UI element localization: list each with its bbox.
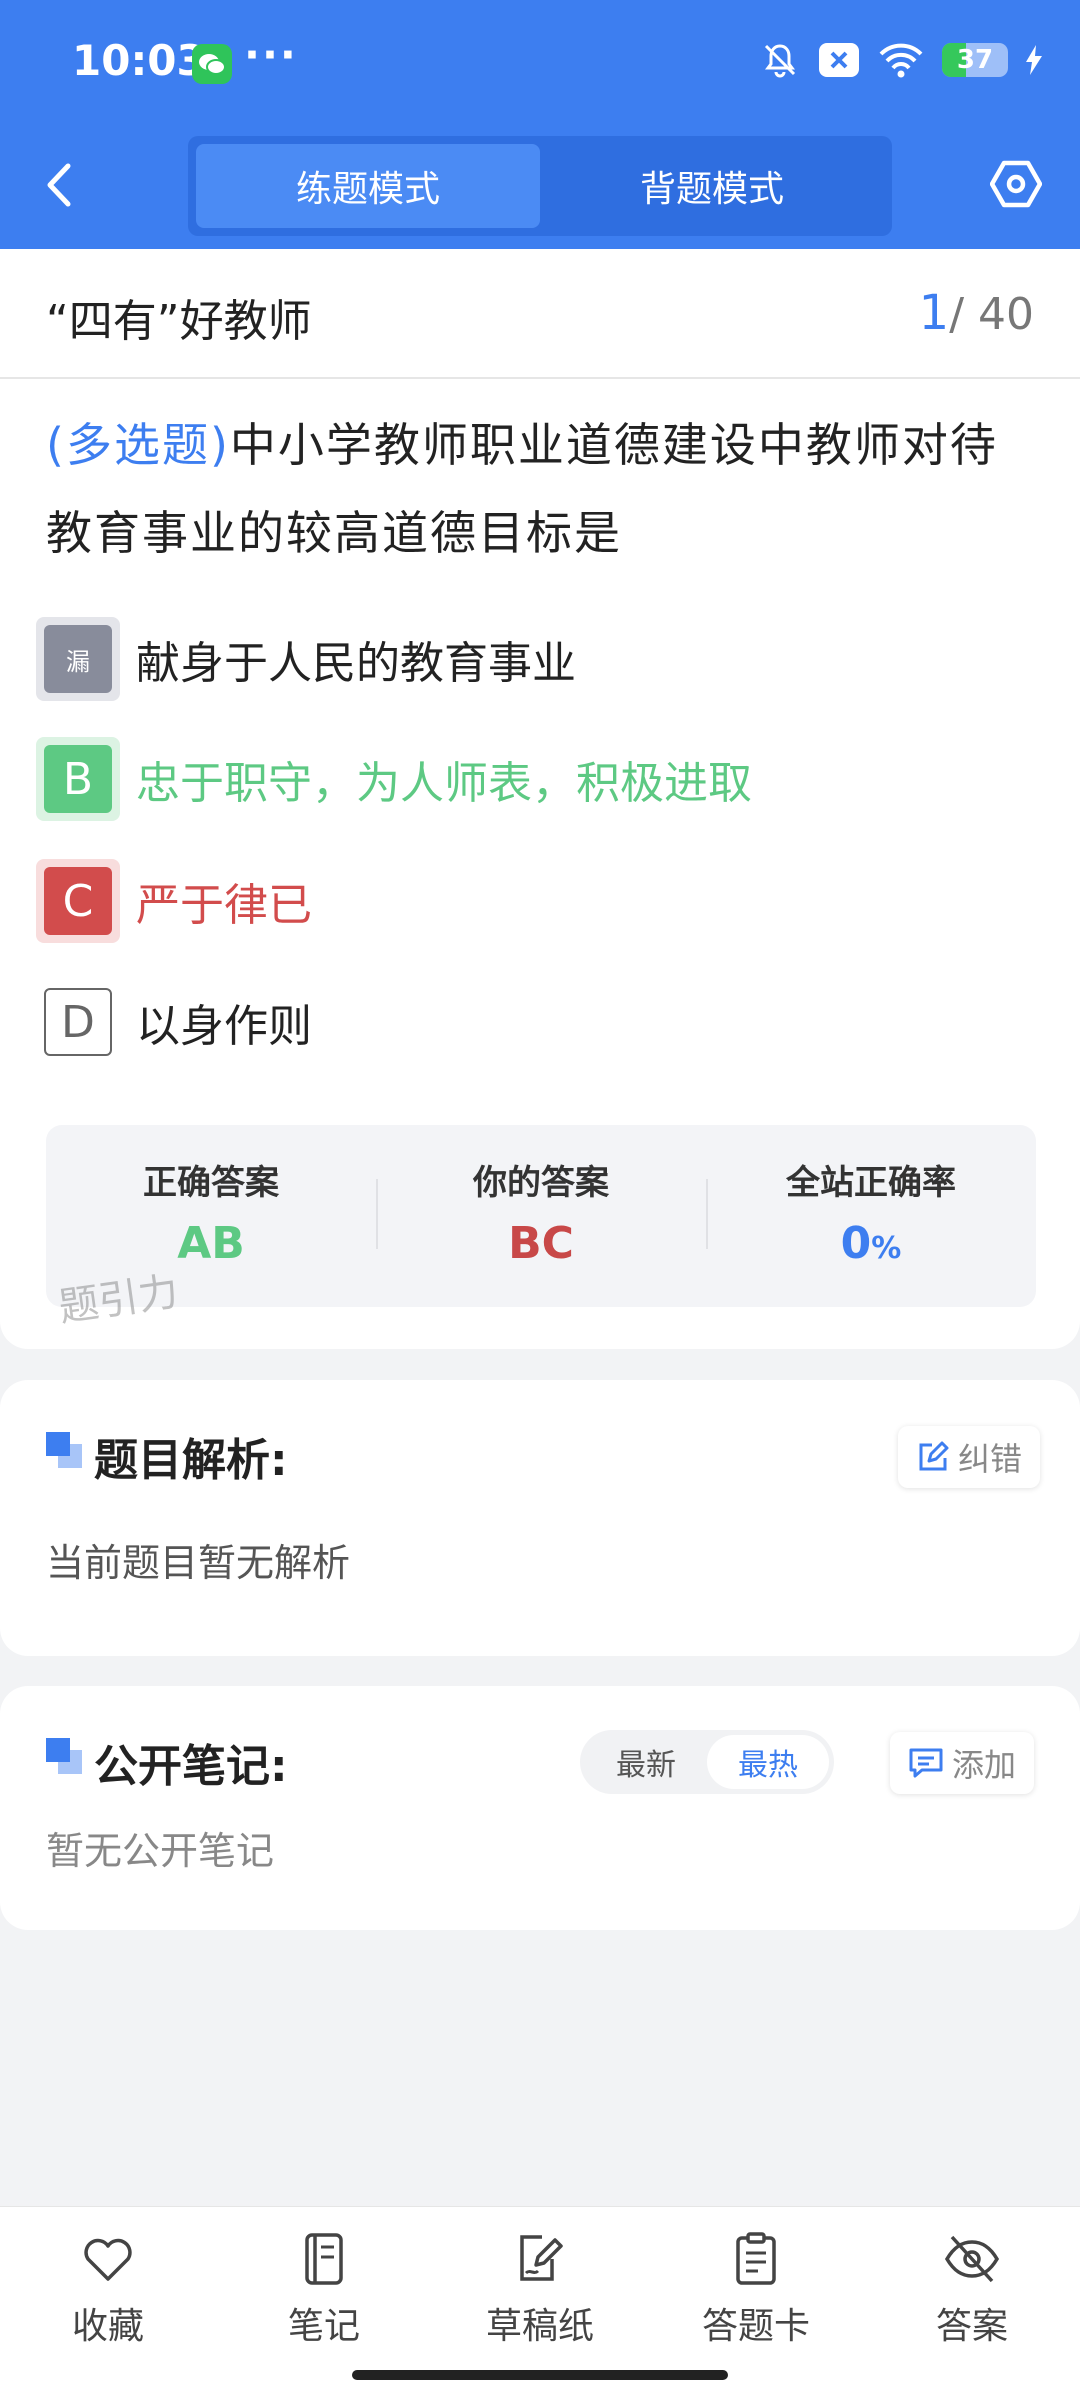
charging-icon bbox=[1026, 45, 1042, 75]
question-counter: 1/ 40 bbox=[919, 285, 1034, 341]
question-card: “四有”好教师 1/ 40 (多选题)中小学教师职业道德建设中教师对待教育事业的… bbox=[0, 249, 1080, 1349]
question-type: (多选题) bbox=[46, 418, 230, 472]
option-marker: 漏 bbox=[36, 617, 120, 701]
tab-recite-mode[interactable]: 背题模式 bbox=[540, 144, 884, 228]
status-icons: 37 bbox=[760, 40, 1042, 80]
battery-indicator: 37 bbox=[942, 43, 1008, 77]
more-notifications-icon: ··· bbox=[244, 30, 298, 79]
sort-hottest[interactable]: 最热 bbox=[707, 1735, 829, 1789]
battery-level: 37 bbox=[956, 45, 994, 75]
question-stem: (多选题)中小学教师职业道德建设中教师对待教育事业的较高道德目标是 bbox=[46, 401, 1041, 577]
report-error-label: 纠错 bbox=[958, 1440, 1023, 1478]
correct-answer-value: AB bbox=[177, 1218, 245, 1269]
analysis-title: 题目解析: bbox=[94, 1435, 288, 1486]
back-button[interactable] bbox=[44, 160, 84, 210]
tab-practice-mode[interactable]: 练题模式 bbox=[196, 144, 540, 228]
public-notes-card: 公开笔记: 最新 最热 添加 暂无公开笔记 bbox=[0, 1686, 1080, 1930]
option-text: 严于律已 bbox=[136, 880, 312, 931]
current-question-number: 1 bbox=[918, 285, 950, 341]
mode-switch: 练题模式 背题模式 bbox=[188, 136, 892, 236]
analysis-card: 题目解析: 纠错 当前题目暂无解析 bbox=[0, 1380, 1080, 1656]
add-note-label: 添加 bbox=[952, 1746, 1017, 1784]
notebook-icon bbox=[305, 2233, 343, 2285]
chevron-left-icon bbox=[47, 163, 71, 207]
total-questions: / 40 bbox=[949, 289, 1034, 340]
sort-latest[interactable]: 最新 bbox=[585, 1735, 707, 1789]
option-a[interactable]: 漏 献身于人民的教育事业 bbox=[36, 615, 576, 703]
section-icon bbox=[46, 1432, 82, 1468]
answer-card-icon bbox=[736, 2232, 776, 2285]
section-icon bbox=[46, 1738, 82, 1774]
option-d[interactable]: D 以身作则 bbox=[36, 978, 312, 1066]
home-indicator[interactable] bbox=[352, 2370, 728, 2380]
nav-answer[interactable]: 答案 bbox=[864, 2207, 1080, 2400]
notes-empty-text: 暂无公开笔记 bbox=[46, 1829, 275, 1873]
option-c[interactable]: C 严于律已 bbox=[36, 857, 312, 945]
settings-button[interactable] bbox=[989, 158, 1043, 210]
app-header: 10:03 ··· 37 练题模式 背题模式 bbox=[0, 0, 1080, 249]
accuracy-rate-value: 0% bbox=[840, 1218, 902, 1269]
question-set-title: “四有”好教师 bbox=[46, 296, 312, 347]
accuracy-rate-block: 全站正确率 0% bbox=[706, 1125, 1036, 1307]
option-marker: B bbox=[36, 737, 120, 821]
option-text: 忠于职守，为人师表，积极进取 bbox=[136, 758, 752, 809]
report-error-button[interactable]: 纠错 bbox=[898, 1426, 1041, 1488]
option-text: 以身作则 bbox=[136, 1001, 312, 1052]
nav-favorite[interactable]: 收藏 bbox=[0, 2207, 216, 2400]
your-answer-value: BC bbox=[508, 1218, 574, 1269]
notes-title: 公开笔记: bbox=[94, 1741, 288, 1792]
option-marker: D bbox=[36, 980, 120, 1064]
answer-summary-panel: 正确答案 AB 你的答案 BC 全站正确率 0% bbox=[46, 1125, 1036, 1307]
option-text: 献身于人民的教育事业 bbox=[136, 638, 576, 689]
status-time: 10:03 bbox=[72, 36, 206, 85]
wifi-icon bbox=[879, 43, 923, 78]
draft-icon bbox=[520, 2235, 563, 2281]
add-note-button[interactable]: 添加 bbox=[890, 1732, 1035, 1794]
comment-icon bbox=[909, 1748, 943, 1778]
your-answer-block: 你的答案 BC bbox=[376, 1125, 706, 1307]
option-marker: C bbox=[36, 859, 120, 943]
app-notification-icon bbox=[819, 43, 859, 77]
heart-icon bbox=[84, 2238, 132, 2281]
edit-icon bbox=[919, 1441, 949, 1471]
settings-hexagon-icon bbox=[989, 160, 1043, 208]
notes-sort-toggle: 最新 最热 bbox=[580, 1730, 834, 1794]
option-b[interactable]: B 忠于职守，为人师表，积极进取 bbox=[36, 735, 752, 823]
status-bar: 10:03 ··· 37 bbox=[0, 0, 1080, 125]
eye-off-icon bbox=[944, 2235, 1000, 2283]
wechat-icon bbox=[192, 44, 232, 84]
analysis-text: 当前题目暂无解析 bbox=[46, 1541, 351, 1585]
mute-icon bbox=[764, 44, 796, 78]
question-title-row: “四有”好教师 1/ 40 bbox=[0, 249, 1080, 379]
